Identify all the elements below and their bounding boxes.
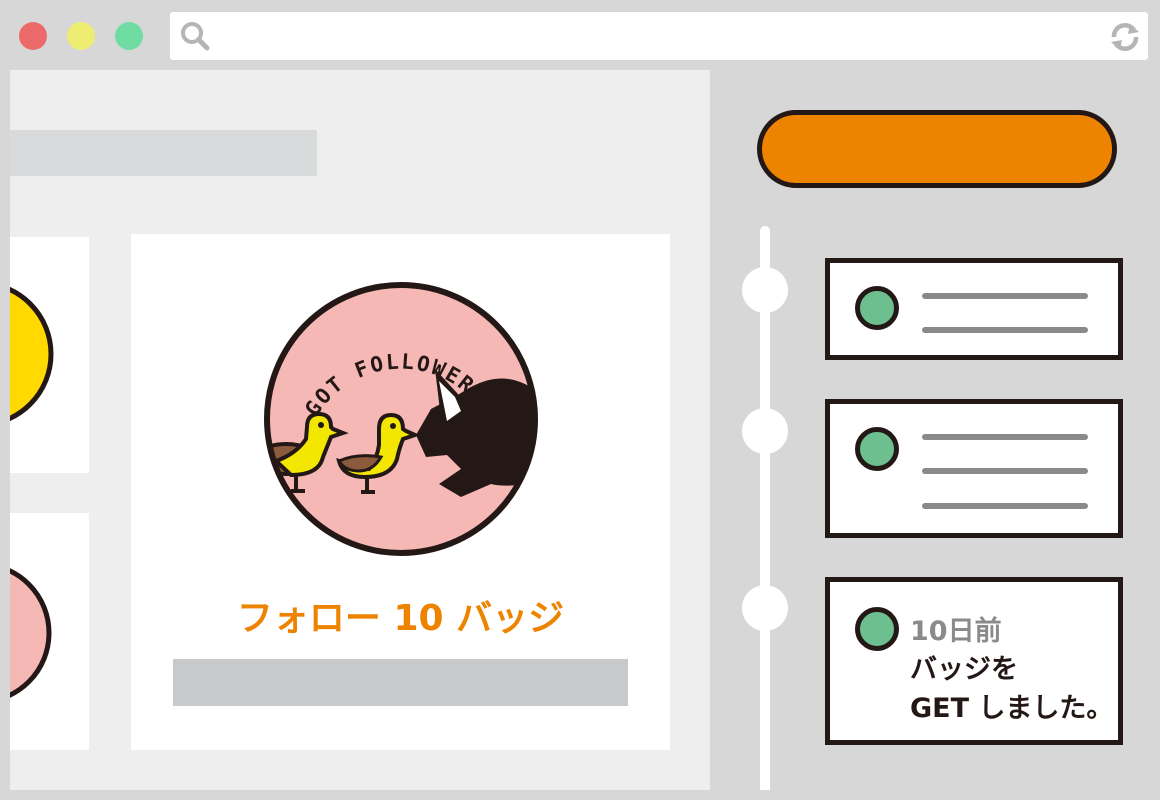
address-bar[interactable] [170,12,1148,60]
timeline-node [742,408,788,454]
text-placeholder-line [922,434,1088,440]
badge-description-placeholder [173,659,628,706]
activity-card[interactable] [825,258,1123,360]
timeline-node [742,585,788,631]
activity-sidebar: 10日前 バッジを GET しました。 [710,70,1150,790]
text-placeholder-line [922,468,1088,474]
text-placeholder-line [922,293,1088,299]
heading-placeholder [10,130,317,176]
badge-title: フォロー 10 バッジ [236,598,565,639]
avatar-icon [855,427,899,471]
window-titlebar [0,0,1160,70]
maximize-window-button[interactable] [115,22,143,50]
search-icon [181,22,210,51]
badge-card-partial-pink[interactable] [10,513,89,750]
close-window-button[interactable] [19,22,47,50]
minimize-window-button[interactable] [67,22,95,50]
followers-badge-emblem: GOT FOLLOWERS! [264,282,538,556]
avatar-icon [855,607,899,651]
activity-card-badge-get[interactable]: 10日前 バッジを GET しました。 [825,577,1123,745]
badge-card[interactable]: GOT FOLLOWERS! フォロー 10 バッジ [131,234,670,750]
primary-action-button[interactable] [757,110,1117,188]
activity-card[interactable] [825,399,1123,538]
main-content: GOT FOLLOWERS! フォロー 10 バッジ [10,70,710,790]
text-placeholder-line [922,327,1088,333]
activity-message: バッジを GET しました。 [910,654,1114,724]
timeline-node [742,267,788,313]
avatar-icon [855,286,899,330]
text-placeholder-line [922,503,1088,509]
pink-badge-icon [10,568,52,698]
activity-time: 10日前 [910,616,1002,647]
yellow-badge-icon [10,286,54,422]
badge-card-partial-yellow[interactable] [10,237,89,473]
refresh-icon[interactable] [1108,20,1142,54]
